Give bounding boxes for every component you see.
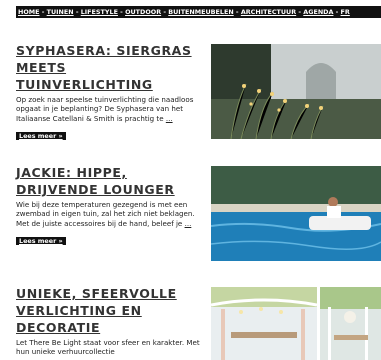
article-image-garden-lights[interactable] [211,44,381,139]
article-image-decoration[interactable] [211,287,317,360]
article-excerpt: Let There Be Light staat voor sfeer en k… [16,338,200,357]
article-title[interactable]: SYPHASERA: SIERGRAS MEETS TUINVERLICHTIN… [16,42,206,93]
article-card: SYPHASERA: SIERGRAS MEETS TUINVERLICHTIN… [16,42,208,142]
article-excerpt: Wie bij deze temperaturen gezegend is me… [16,200,195,228]
nav-agenda[interactable]: AGENDA [303,8,333,16]
top-navigation: HOME - TUINEN - LIFESTYLE - OUTDOOR - BU… [16,6,381,18]
article-title[interactable]: UNIEKE, SFEERVOLLE VERLICHTING EN DECORA… [16,285,206,336]
article-card: UNIEKE, SFEERVOLLE VERLICHTING EN DECORA… [16,285,208,357]
article-card: JACKIE: HIPPE, DRIJVENDE LOUNGER Wie bij… [16,164,208,247]
nav-lifestyle[interactable]: LIFESTYLE [81,8,118,16]
article-title[interactable]: JACKIE: HIPPE, DRIJVENDE LOUNGER [16,164,206,198]
article-image-decoration-2[interactable] [320,287,381,360]
nav-tuinen[interactable]: TUINEN [47,8,74,16]
nav-home[interactable]: HOME [18,8,40,16]
read-more-link[interactable]: Lees meer » [16,237,66,246]
nav-fr[interactable]: FR [341,8,350,16]
nav-buitenmeubelen[interactable]: BUITENMEUBELEN [168,8,233,16]
nav-outdoor[interactable]: OUTDOOR [125,8,161,16]
article-image-pool-lounger[interactable] [211,166,381,261]
article-excerpt: Op zoek naar speelse tuinverlichting die… [16,95,194,123]
read-more-link[interactable]: Lees meer » [16,132,66,141]
nav-architectuur[interactable]: ARCHITECTUUR [241,8,296,16]
